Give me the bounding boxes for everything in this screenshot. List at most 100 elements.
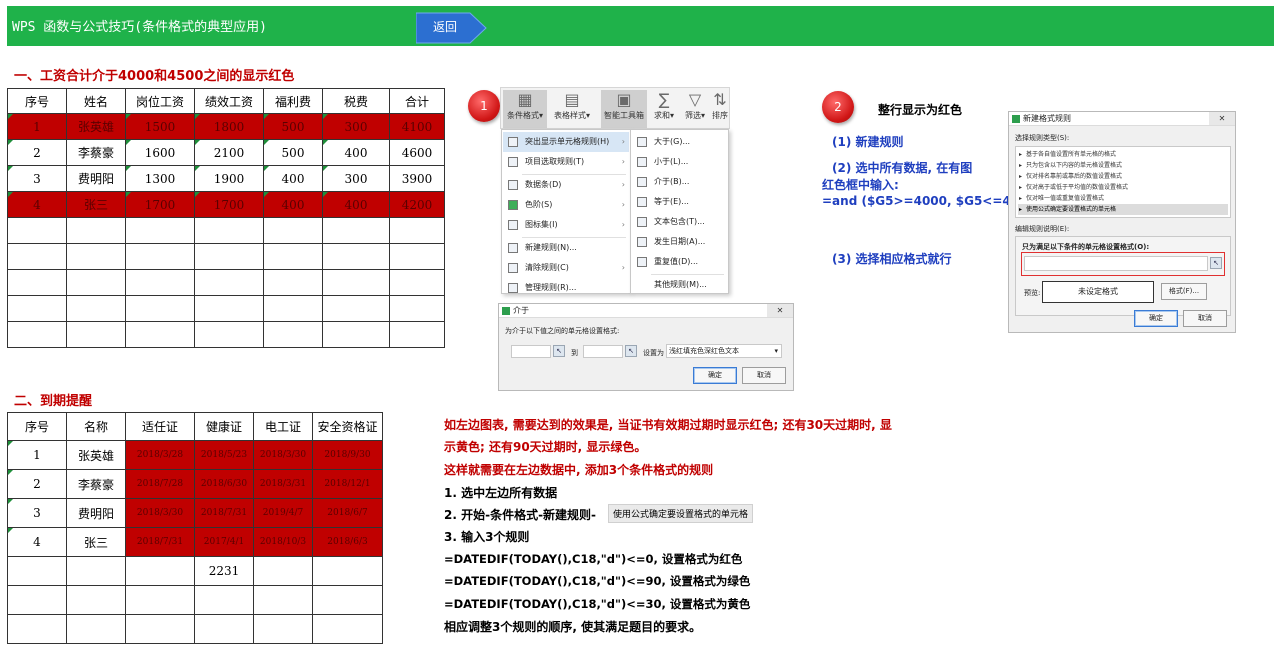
- menu-item-top-rules[interactable]: 项目选取规则(T) ›: [503, 152, 629, 172]
- date-cell[interactable]: 2017/4/1: [194, 527, 254, 557]
- table-cell[interactable]: 1900: [194, 165, 264, 192]
- empty-cell[interactable]: [389, 243, 445, 270]
- cancel-button[interactable]: 取消: [742, 367, 786, 384]
- menu-item-icon-sets[interactable]: 图标集(I) ›: [503, 215, 629, 235]
- empty-cell[interactable]: [322, 243, 390, 270]
- table-cell[interactable]: 400: [322, 191, 390, 218]
- empty-cell[interactable]: [7, 243, 67, 270]
- table-cell[interactable]: 3: [7, 498, 67, 528]
- empty-cell[interactable]: [125, 269, 195, 296]
- table-cell[interactable]: 2231: [194, 556, 254, 586]
- date-cell[interactable]: 2018/3/30: [125, 498, 195, 528]
- submenu-item-between[interactable]: 介于(B)...: [632, 172, 727, 192]
- table-style-button[interactable]: ▤ 表格样式▾: [548, 90, 596, 128]
- empty-cell[interactable]: [389, 217, 445, 244]
- empty-cell[interactable]: [194, 243, 264, 270]
- table-cell[interactable]: 3900: [389, 165, 445, 192]
- empty-cell[interactable]: [263, 243, 323, 270]
- date-cell[interactable]: 2018/6/7: [312, 498, 383, 528]
- empty-cell[interactable]: [66, 614, 126, 644]
- conditional-format-button[interactable]: ▦ 条件格式▾: [503, 90, 547, 128]
- empty-cell[interactable]: [66, 556, 126, 586]
- date-cell[interactable]: 2018/5/23: [194, 440, 254, 470]
- formula-input[interactable]: [1024, 256, 1208, 271]
- empty-cell[interactable]: [7, 614, 67, 644]
- rule-type-item[interactable]: 基于各自值设置所有单元格的格式: [1018, 149, 1228, 160]
- menu-item-manage-rules[interactable]: 管理规则(R)...: [503, 278, 629, 298]
- submenu-item-equal[interactable]: 等于(E)...: [632, 192, 727, 212]
- empty-cell[interactable]: [253, 614, 313, 644]
- empty-cell[interactable]: [194, 321, 264, 348]
- empty-cell[interactable]: [125, 321, 195, 348]
- table-cell[interactable]: 张英雄: [66, 113, 126, 140]
- table-cell[interactable]: 3: [7, 165, 67, 192]
- empty-cell[interactable]: [7, 269, 67, 296]
- table-cell[interactable]: 2100: [194, 139, 264, 166]
- rule-type-item[interactable]: 仅对排名靠前或靠后的数值设置格式: [1018, 171, 1228, 182]
- smart-toolbox-button[interactable]: ▣ 智能工具箱: [601, 90, 647, 128]
- empty-cell[interactable]: [263, 217, 323, 244]
- format-select[interactable]: 浅红填充色深红色文本 ▾: [666, 344, 782, 358]
- filter-button[interactable]: ▽ 筛选▾: [681, 90, 709, 128]
- table-cell[interactable]: 400: [263, 191, 323, 218]
- empty-cell[interactable]: [253, 585, 313, 615]
- empty-cell[interactable]: [194, 295, 264, 322]
- range-select-icon[interactable]: ↖: [553, 345, 565, 357]
- table-cell[interactable]: 1500: [125, 113, 195, 140]
- table-cell[interactable]: 1300: [125, 165, 195, 192]
- rule-type-item[interactable]: 仅对高于或低于平均值的数值设置格式: [1018, 182, 1228, 193]
- empty-cell[interactable]: [7, 556, 67, 586]
- menu-item-clear-rules[interactable]: 清除规则(C) ›: [503, 258, 629, 278]
- table-cell[interactable]: 4600: [389, 139, 445, 166]
- rule-type-item-selected[interactable]: 使用公式确定要设置格式的单元格: [1018, 204, 1228, 215]
- table-cell[interactable]: 4: [7, 191, 67, 218]
- empty-cell[interactable]: [66, 243, 126, 270]
- submenu-item-less[interactable]: 小于(L)...: [632, 152, 727, 172]
- table-cell[interactable]: 1: [7, 113, 67, 140]
- empty-cell[interactable]: [194, 217, 264, 244]
- date-cell[interactable]: 2018/3/28: [125, 440, 195, 470]
- table-cell[interactable]: 300: [322, 165, 390, 192]
- date-cell[interactable]: 2018/7/28: [125, 469, 195, 499]
- empty-cell[interactable]: [263, 295, 323, 322]
- upper-bound-input[interactable]: [583, 345, 623, 358]
- sum-button[interactable]: ∑ 求和▾: [651, 90, 677, 128]
- table-cell[interactable]: 500: [263, 113, 323, 140]
- empty-cell[interactable]: [66, 217, 126, 244]
- empty-cell[interactable]: [322, 295, 390, 322]
- empty-cell[interactable]: [125, 585, 195, 615]
- table-cell[interactable]: 1600: [125, 139, 195, 166]
- table-cell[interactable]: 300: [322, 113, 390, 140]
- empty-cell[interactable]: [125, 295, 195, 322]
- empty-cell[interactable]: [312, 585, 383, 615]
- empty-cell[interactable]: [125, 614, 195, 644]
- menu-item-highlight-rules[interactable]: 突出显示单元格规则(H) ›: [503, 132, 629, 152]
- date-cell[interactable]: 2018/12/1: [312, 469, 383, 499]
- submenu-item-date[interactable]: 发生日期(A)...: [632, 232, 727, 252]
- submenu-item-greater[interactable]: 大于(G)...: [632, 132, 727, 152]
- empty-cell[interactable]: [263, 321, 323, 348]
- date-cell[interactable]: 2018/9/30: [312, 440, 383, 470]
- date-cell[interactable]: 2018/6/3: [312, 527, 383, 557]
- ok-button[interactable]: 确定: [1134, 310, 1178, 327]
- empty-cell[interactable]: [7, 585, 67, 615]
- empty-cell[interactable]: [389, 321, 445, 348]
- date-cell[interactable]: 2018/3/30: [253, 440, 313, 470]
- date-cell[interactable]: 2018/10/3: [253, 527, 313, 557]
- lower-bound-input[interactable]: [511, 345, 551, 358]
- table-cell[interactable]: 李蔡豪: [66, 139, 126, 166]
- empty-cell[interactable]: [66, 295, 126, 322]
- table-cell[interactable]: 1800: [194, 113, 264, 140]
- table-cell[interactable]: 4200: [389, 191, 445, 218]
- date-cell[interactable]: 2018/7/31: [194, 498, 254, 528]
- ok-button[interactable]: 确定: [693, 367, 737, 384]
- sort-button[interactable]: ⇅ 排序: [711, 90, 729, 128]
- submenu-item-other-rules[interactable]: 其他规则(M)...: [632, 275, 727, 295]
- table-cell[interactable]: 1700: [125, 191, 195, 218]
- table-cell[interactable]: 1700: [194, 191, 264, 218]
- menu-item-color-scale[interactable]: 色阶(S) ›: [503, 195, 629, 215]
- table-cell[interactable]: 1: [7, 440, 67, 470]
- empty-cell[interactable]: [66, 269, 126, 296]
- empty-cell[interactable]: [322, 269, 390, 296]
- empty-cell[interactable]: [322, 321, 390, 348]
